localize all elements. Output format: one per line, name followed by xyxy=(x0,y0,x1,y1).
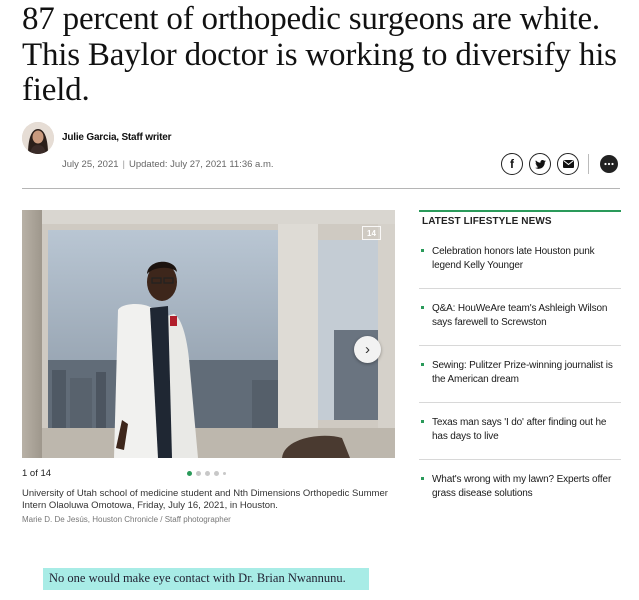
bullet-icon xyxy=(421,477,424,480)
pull-quote-highlight: No one would make eye contact with Dr. B… xyxy=(43,568,369,590)
photo-caption: University of Utah school of medicine st… xyxy=(22,488,388,511)
facebook-icon: f xyxy=(510,157,514,171)
author-name[interactable]: Julie Garcia, Staff writer xyxy=(62,132,171,143)
gallery-dot[interactable] xyxy=(196,470,201,476)
chevron-right-icon: › xyxy=(365,341,370,358)
updated-date: Updated: July 27, 2021 11:36 a.m. xyxy=(128,159,274,170)
email-icon xyxy=(562,160,574,168)
gallery-dot[interactable] xyxy=(214,470,219,476)
photo-credit: Marie D. De Jesús, Houston Chronicle / S… xyxy=(22,515,231,524)
sidebar-title: LATEST LIFESTYLE NEWS xyxy=(422,216,552,227)
article-headline: 87 percent of orthopedic surgeons are wh… xyxy=(22,1,617,108)
bullet-icon xyxy=(421,420,424,423)
sidebar-news-link[interactable]: Celebration honors late Houston punk leg… xyxy=(432,245,622,273)
bullet-icon xyxy=(421,306,424,309)
gallery-dots xyxy=(187,470,226,476)
sidebar-divider xyxy=(419,402,621,403)
sidebar-news-link[interactable]: Q&A: HouWeAre team's Ashleigh Wilson say… xyxy=(432,302,622,330)
article-dates: July 25, 2021 | Updated: July 27, 2021 11:… xyxy=(62,159,274,170)
bullet-icon xyxy=(421,363,424,366)
author-avatar[interactable] xyxy=(22,122,54,154)
sidebar-divider xyxy=(419,288,621,289)
gallery-dot[interactable] xyxy=(205,470,210,476)
header-divider xyxy=(22,188,620,189)
share-divider xyxy=(588,154,589,174)
photo-count-badge: 14 xyxy=(362,226,381,240)
gallery-dot[interactable] xyxy=(223,471,226,475)
bullet-icon xyxy=(421,249,424,252)
sidebar-top-rule xyxy=(419,210,621,212)
comments-icon xyxy=(604,162,614,166)
twitter-share-button[interactable] xyxy=(529,153,551,175)
gallery-photo[interactable] xyxy=(22,210,395,458)
sidebar-news-link[interactable]: Texas man says 'I do' after finding out … xyxy=(432,416,622,444)
email-share-button[interactable] xyxy=(557,153,579,175)
sidebar-news-link[interactable]: Sewing: Pulitzer Prize-winning journalis… xyxy=(432,359,622,387)
gallery-next-button[interactable]: › xyxy=(354,336,381,363)
facebook-share-button[interactable]: f xyxy=(501,153,523,175)
byline: Julie Garcia, Staff writer xyxy=(22,122,622,156)
gallery-dot[interactable] xyxy=(187,470,192,476)
sidebar-news-link[interactable]: What's wrong with my lawn? Experts offer… xyxy=(432,473,622,501)
sidebar-divider xyxy=(419,459,621,460)
twitter-icon xyxy=(534,159,546,169)
sidebar-divider xyxy=(419,345,621,346)
comments-button[interactable] xyxy=(600,155,618,173)
gallery-counter: 1 of 14 xyxy=(22,468,52,479)
published-date: July 25, 2021 xyxy=(62,159,119,170)
